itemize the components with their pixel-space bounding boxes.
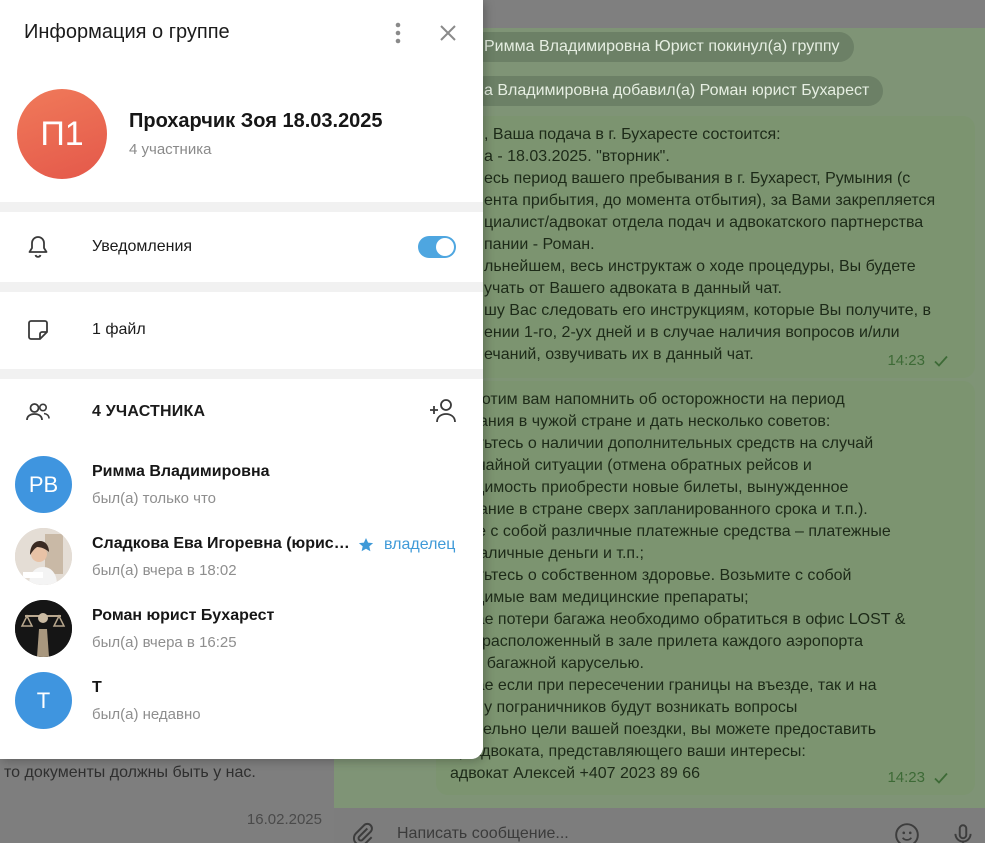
message-line: лучае если при пересечении границы на въ…	[450, 677, 877, 694]
member-row[interactable]: Роман юрист Бухарест был(а) вчера в 16:2…	[0, 600, 483, 672]
member-status: был(а) вчера в 16:25	[92, 634, 237, 651]
message-input[interactable]: Написать сообщение...	[397, 825, 569, 843]
message-line: ы, наличные деньги и т.п.;	[450, 545, 644, 562]
message-bubble[interactable]: , Ваша подача в г. Бухаресте состоится: а…	[470, 116, 975, 378]
message-line: ND, расположенный в зале прилета каждого…	[450, 633, 863, 650]
group-name: Прохарчик Зоя 18.03.2025	[129, 110, 383, 132]
message-line: ер адвоката, представляющего ваши интере…	[450, 743, 806, 760]
member-row[interactable]: Сладкова Ева Игоревна (юрис… был(а) вчер…	[0, 528, 483, 600]
service-message: а Владимировна добавил(а) Роман юрист Бу…	[470, 76, 884, 106]
message-line: осительно цели вашей поездки, вы можете …	[450, 721, 877, 738]
member-name: Роман юрист Бухарест	[92, 607, 275, 624]
avatar: РВ	[15, 456, 72, 513]
message-line: бывания в чужой стране и дать несколько …	[450, 413, 831, 430]
more-vertical-icon	[395, 22, 401, 44]
message-line: зде, у пограничников будут возникать воп…	[450, 699, 798, 716]
message-line: бходимые вам медицинские препараты;	[450, 589, 749, 606]
user-photo	[15, 528, 72, 585]
star-icon	[358, 538, 374, 552]
avatar	[15, 528, 72, 585]
avatar: Т	[15, 672, 72, 729]
message-time: 14:23	[887, 769, 925, 786]
members-section: 4 УЧАСТНИКА РВ Римма Владимировна был(а)…	[0, 379, 483, 759]
read-check-icon	[934, 772, 948, 784]
message-line: аботьтесь о наличии дополнительных средс…	[450, 435, 874, 452]
group-info-panel: Информация о группе П1 Прохарчик Зоя 18.…	[0, 0, 483, 759]
owner-badge: владелец	[358, 536, 455, 554]
justice-statue-photo	[15, 600, 72, 657]
message-line: пании - Роман.	[484, 236, 595, 253]
microphone-icon[interactable]	[950, 822, 976, 843]
add-member-button[interactable]	[428, 396, 458, 426]
group-member-count: 4 участника	[129, 141, 212, 158]
emoji-icon[interactable]	[894, 822, 920, 843]
close-button[interactable]	[434, 19, 462, 47]
message-line: мите с собой различные платежные средств…	[450, 523, 891, 540]
message-line: же хотим вам напомнить об осторожности н…	[450, 391, 845, 408]
attach-icon[interactable]	[350, 822, 376, 843]
message-line: , Ваша подача в г. Бухаресте состоится:	[484, 126, 781, 143]
message-line: ении 1-го, 2-ух дней и в случае наличия …	[484, 324, 900, 341]
service-message: Римма Владимировна Юрист покинул(а) груп…	[470, 32, 854, 62]
member-status: был(а) только что	[92, 490, 217, 507]
more-options-button[interactable]	[384, 19, 412, 47]
message-line: ом с багажной каруселью.	[450, 655, 644, 672]
close-icon	[440, 25, 456, 41]
message-line: учать от Вашего адвоката в данный чат.	[484, 280, 782, 297]
member-name: Т	[92, 679, 102, 696]
toggle-knob	[436, 238, 454, 256]
group-avatar[interactable]: П1	[17, 89, 107, 179]
group-header-section: Информация о группе П1 Прохарчик Зоя 18.…	[0, 0, 483, 202]
message-time: 14:23	[887, 352, 925, 369]
message-composer: Написать сообщение...	[334, 808, 985, 843]
message-bubble[interactable]: же хотим вам напомнить об осторожности н…	[436, 381, 975, 795]
member-row[interactable]: Т Т был(а) недавно	[0, 672, 483, 744]
read-check-icon	[934, 355, 948, 367]
files-label: 1 файл	[92, 321, 146, 338]
message-line: циалист/адвокат отдела подач и адвокатск…	[484, 214, 924, 231]
message-line: бывание в стране сверх запланированного …	[450, 501, 868, 518]
files-row[interactable]: 1 файл	[0, 292, 483, 369]
file-icon	[28, 320, 48, 340]
notifications-toggle[interactable]	[418, 236, 456, 258]
message-meta: 14:23	[887, 350, 949, 372]
bell-icon	[28, 236, 48, 258]
message-meta: 14:23	[887, 767, 949, 789]
message-line: есь период вашего пребывания в г. Бухаре…	[484, 170, 911, 187]
message-line: льнейшем, весь инструктаж о ходе процеду…	[484, 258, 916, 275]
message-line: бходимость приобрести новые билеты, выну…	[450, 479, 849, 496]
members-heading: 4 УЧАСТНИКА	[92, 403, 206, 420]
member-row[interactable]: РВ Римма Владимировна был(а) только что	[0, 456, 483, 528]
chat-preview-text: то документы должны быть у нас.	[4, 764, 256, 781]
notifications-label: Уведомления	[92, 238, 193, 255]
message-line: звычайной ситуации (отмена обратных рейс…	[450, 457, 812, 474]
avatar	[15, 600, 72, 657]
member-status: был(а) недавно	[92, 706, 201, 723]
chat-preview-date: 16.02.2025	[246, 811, 322, 828]
panel-title: Информация о группе	[24, 21, 230, 43]
member-status: был(а) вчера в 18:02	[92, 562, 237, 579]
message-line: а - 18.03.2025. "вторник".	[484, 148, 670, 165]
message-line: лучае потери багажа необходимо обратитьс…	[450, 611, 906, 628]
member-name: Сладкова Ева Игоревна (юрис…	[92, 535, 350, 552]
message-line: адвокат Алексей +407 2023 89 66	[450, 765, 701, 782]
message-line: ента прибытия, до момента отбытия), за В…	[484, 192, 936, 209]
member-name: Римма Владимировна	[92, 463, 270, 480]
users-icon	[26, 403, 50, 421]
owner-label: владелец	[384, 536, 456, 553]
add-user-icon	[430, 399, 456, 423]
message-line: шу Вас следовать его инструкциям, которы…	[484, 302, 931, 319]
notifications-row[interactable]: Уведомления	[0, 212, 483, 282]
message-line: аботьтесь о собственном здоровье. Возьми…	[450, 567, 852, 584]
